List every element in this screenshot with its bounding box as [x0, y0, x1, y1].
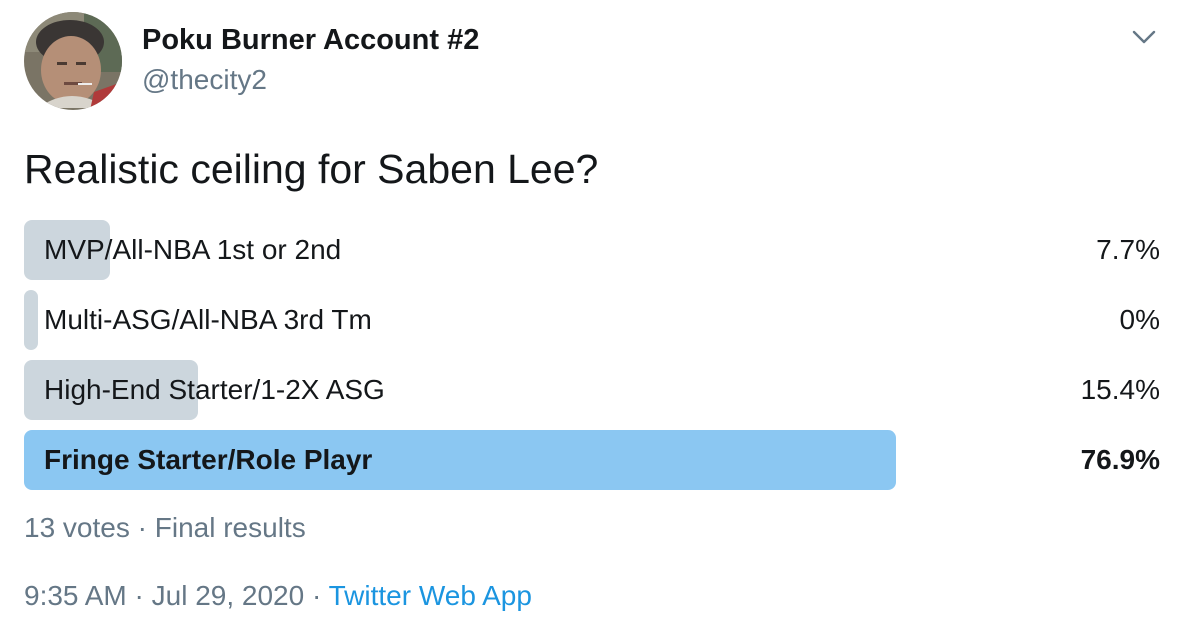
- poll-option-percent: 15.4%: [1080, 374, 1160, 405]
- avatar-photo: [24, 12, 122, 110]
- poll-option-percent: 76.9%: [1080, 444, 1160, 475]
- poll-option-label: Fringe Starter/Role Playr: [44, 444, 373, 475]
- tweet-card: Poku Burner Account #2 @thecity2 Realist…: [0, 0, 1180, 630]
- separator-dot: ·: [134, 580, 144, 611]
- separator-dot: ·: [311, 580, 322, 611]
- avatar[interactable]: [24, 12, 122, 110]
- poll-option-percent: 7.7%: [1096, 234, 1160, 265]
- tweet-timestamp-line: 9:35 AM · Jul 29, 2020 · Twitter Web App: [24, 580, 532, 612]
- poll-option-label: High-End Starter/1-2X ASG: [44, 374, 385, 405]
- poll-option-label: Multi-ASG/All-NBA 3rd Tm: [44, 304, 372, 335]
- poll-option-label: MVP/All-NBA 1st or 2nd: [44, 234, 342, 265]
- author-display-name[interactable]: Poku Burner Account #2: [142, 24, 479, 57]
- author-handle[interactable]: @thecity2: [142, 64, 267, 96]
- poll-status: Final results: [154, 512, 306, 543]
- poll-option-2[interactable]: Multi-ASG/All-NBA 3rd Tm 0%: [24, 290, 1160, 350]
- chevron-down-icon[interactable]: [1126, 24, 1162, 52]
- tweet-time[interactable]: 9:35 AM: [24, 580, 127, 611]
- tweet-text: Realistic ceiling for Saben Lee?: [24, 146, 599, 192]
- poll-summary: 13 votes · Final results: [24, 512, 306, 544]
- poll-option-4-winner[interactable]: Fringe Starter/Role Playr 76.9%: [24, 430, 1160, 490]
- poll-vote-count: 13 votes: [24, 512, 130, 543]
- tweet-source-link[interactable]: Twitter Web App: [329, 580, 532, 611]
- poll-option-percent: 0%: [1119, 304, 1160, 335]
- poll-option-1[interactable]: MVP/All-NBA 1st or 2nd 7.7%: [24, 220, 1160, 280]
- tweet-date[interactable]: Jul 29, 2020: [152, 580, 305, 611]
- poll-option-3[interactable]: High-End Starter/1-2X ASG 15.4%: [24, 360, 1160, 420]
- separator-dot: ·: [137, 512, 147, 543]
- poll-bar: [24, 290, 38, 350]
